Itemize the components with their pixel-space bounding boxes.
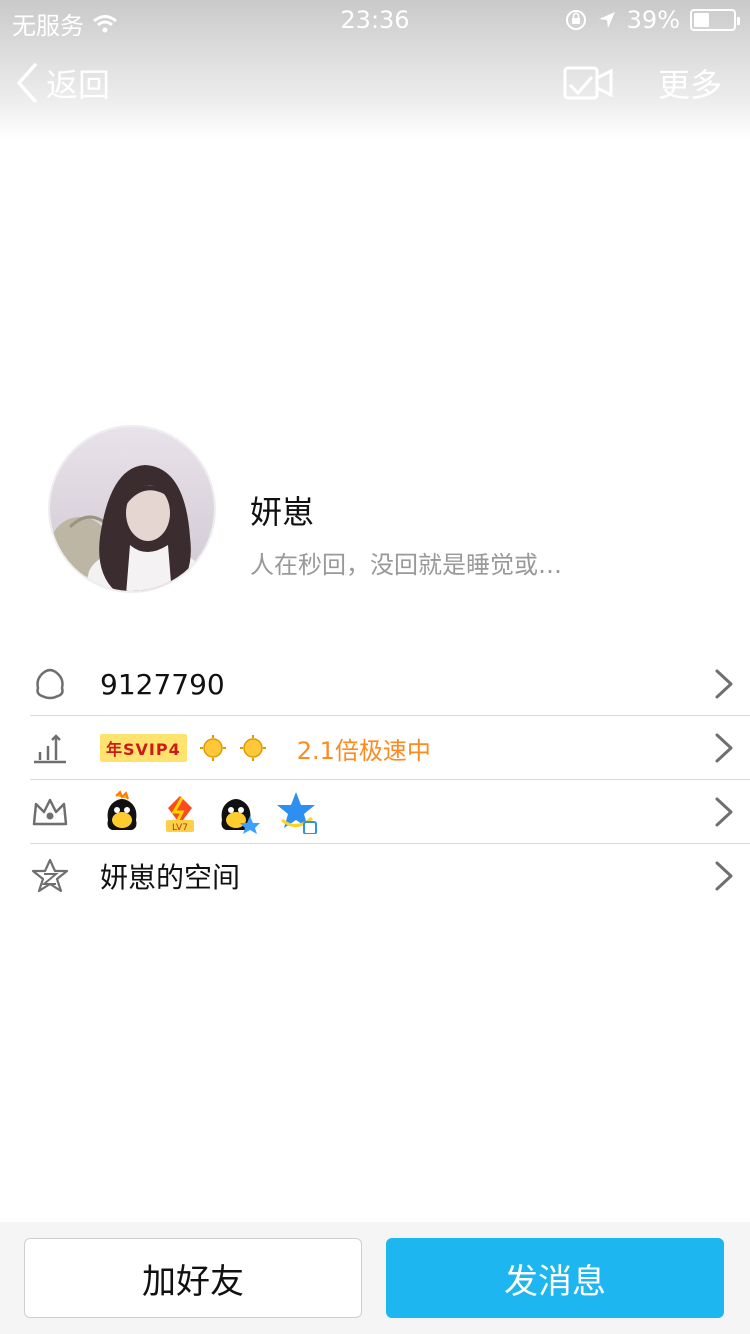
crown-icon: [32, 798, 68, 826]
avatar-photo: [50, 427, 214, 591]
battery-fill: [694, 13, 709, 27]
badges-content: LV7: [100, 780, 318, 844]
svg-text:LV7: LV7: [172, 823, 188, 833]
star-z-icon: [31, 858, 69, 893]
chevron-right-icon: [715, 733, 733, 763]
chevron-right-icon: [715, 861, 733, 891]
qq-number-row[interactable]: 9127790: [30, 652, 750, 716]
blue-star-icon: [277, 792, 317, 834]
profile-signature: 人在秒回，没回就是睡觉或…: [250, 551, 562, 579]
lightning-lv7-icon: LV7: [166, 796, 194, 833]
qq-penguin-badge-icon: [107, 790, 137, 830]
qzone-content: 妍崽的空间: [100, 844, 240, 908]
svip-badge: 年SVIP4: [100, 734, 187, 762]
vip-content: 年SVIP4 2.1倍极速中: [100, 716, 431, 780]
qq-penguin-icon: [36, 668, 64, 700]
qzone-label: 妍崽的空间: [100, 861, 241, 894]
chevron-right-icon: [715, 797, 733, 827]
battery-percent: 39%: [626, 6, 680, 34]
location-icon: [598, 12, 615, 28]
more-button[interactable]: 更多: [658, 60, 722, 106]
rotation-lock-icon: [565, 10, 586, 30]
vip-level-row[interactable]: 年SVIP4 2.1倍极速中: [30, 716, 750, 780]
send-message-button[interactable]: 发消息: [386, 1238, 724, 1318]
badges-row[interactable]: LV7: [30, 780, 750, 844]
info-list: 9127790 年SVIP4 2.1倍极速中 LV7 妍崽的空间: [0, 652, 750, 908]
status-bar: 无服务 23:36 39%: [0, 0, 750, 40]
profile-name: 妍崽: [250, 493, 315, 531]
bottom-action-bar: 加好友 发消息: [0, 1222, 750, 1334]
sun-badge-icon: [239, 735, 266, 761]
chevron-right-icon: [715, 669, 733, 699]
level-chart-icon: [34, 734, 66, 764]
avatar[interactable]: [48, 425, 216, 593]
video-call-icon[interactable]: [562, 63, 614, 103]
nav-right: 更多: [562, 60, 722, 106]
qzone-row[interactable]: 妍崽的空间: [30, 844, 750, 908]
battery-icon: [690, 9, 740, 31]
add-friend-button[interactable]: 加好友: [24, 1238, 362, 1318]
qq-penguin-star-icon: [221, 799, 260, 834]
speed-text: 2.1倍极速中: [296, 736, 431, 765]
sun-badge-icon: [199, 735, 226, 761]
chevron-left-icon: [17, 63, 37, 103]
status-right: 39%: [565, 6, 740, 34]
nav-bar: 返回 更多: [0, 40, 750, 128]
back-label: 返回: [46, 66, 111, 104]
back-button[interactable]: 返回: [16, 60, 110, 106]
qq-number-text: 9127790: [100, 667, 225, 701]
qq-number: 9127790: [100, 652, 225, 716]
